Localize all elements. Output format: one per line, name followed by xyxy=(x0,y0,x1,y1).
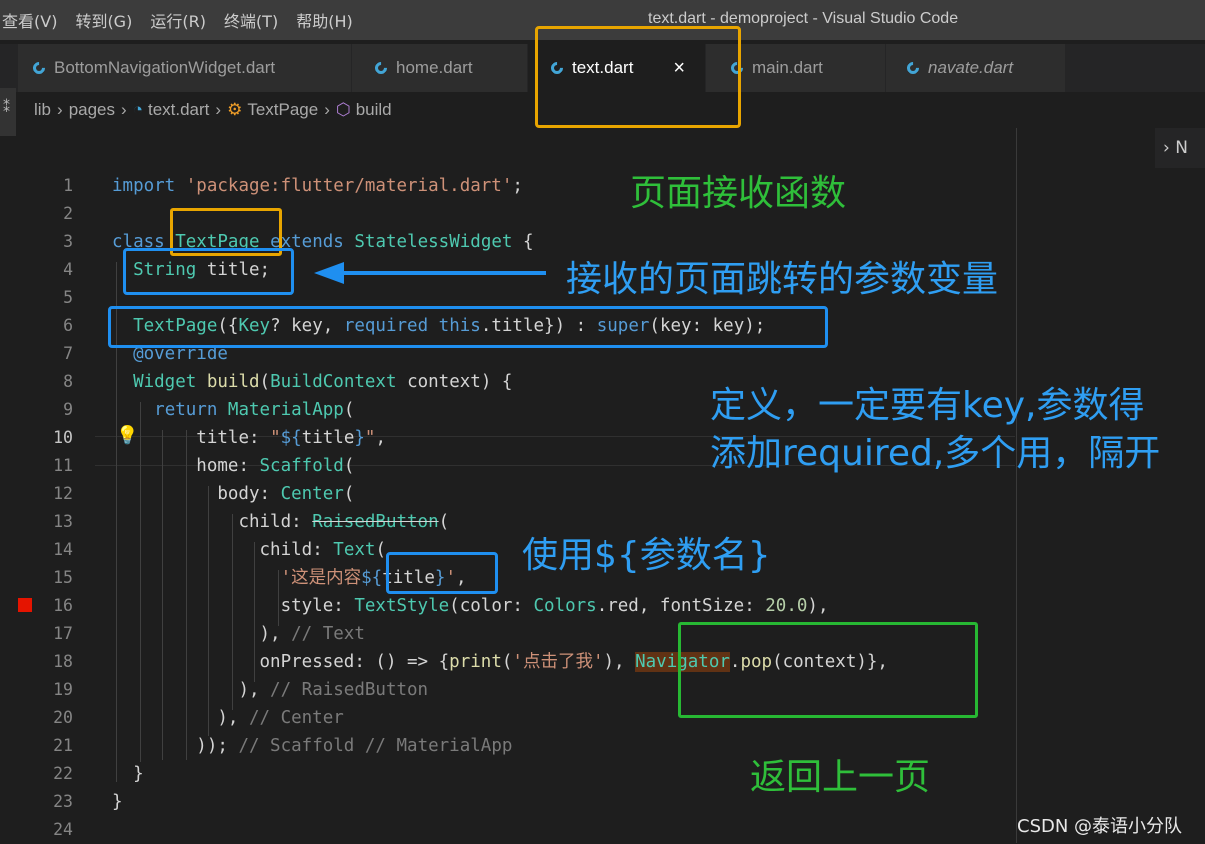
outline-label: N xyxy=(1175,138,1188,158)
line-number: 10 xyxy=(53,428,73,447)
chevron-right-icon: › xyxy=(57,100,63,119)
breadcrumb-item[interactable]: lib xyxy=(34,100,51,120)
code-text: ), // Text xyxy=(259,624,365,644)
line-number: 24 xyxy=(53,820,73,839)
lightbulb-icon[interactable]: 💡 xyxy=(116,425,138,446)
chevron-right-icon: › xyxy=(324,100,330,119)
highlight-box-active-tab xyxy=(535,26,741,128)
tab-label: home.dart xyxy=(396,58,473,77)
annotation-define-line2: 添加required,多个用，隔开 xyxy=(710,433,1161,474)
breakpoint-marker[interactable] xyxy=(18,598,32,612)
code-line[interactable]: 15 '这是内容${title}', xyxy=(0,564,1000,592)
annotation-param-variable: 接收的页面跳转的参数变量 xyxy=(566,259,999,300)
code-line[interactable]: 24 xyxy=(0,816,1000,844)
tab-bottomnavigationwidget[interactable]: BottomNavigationWidget.dart xyxy=(18,44,352,92)
tab-label: main.dart xyxy=(752,58,823,77)
line-number: 2 xyxy=(63,204,73,223)
line-number: 5 xyxy=(63,288,73,307)
line-number: 14 xyxy=(53,540,73,559)
editor-ruler xyxy=(1016,128,1017,843)
line-number: 19 xyxy=(53,680,73,699)
menu-help[interactable]: 帮助(H) xyxy=(296,8,365,32)
highlight-box-title-field xyxy=(123,248,294,295)
tab-navate[interactable]: navate.dart xyxy=(886,44,1066,92)
code-text: style: TextStyle(color: Colors.red, font… xyxy=(280,596,829,616)
menu-view[interactable]: 查看(V) xyxy=(2,8,69,32)
code-line[interactable]: 14 child: Text( xyxy=(0,536,1000,564)
tab-label: BottomNavigationWidget.dart xyxy=(54,58,276,77)
code-line[interactable]: 2 xyxy=(0,200,1000,228)
code-line[interactable]: 13 child: RaisedButton( xyxy=(0,508,1000,536)
code-line[interactable]: 12 body: Center( xyxy=(0,480,1000,508)
tab-label: navate.dart xyxy=(928,58,1014,77)
highlight-box-param-usage xyxy=(386,552,498,594)
arrow-icon xyxy=(314,262,546,284)
code-text: } xyxy=(133,764,144,784)
code-text: home: Scaffold( xyxy=(196,456,355,476)
code-text: title: "${title}", xyxy=(196,428,387,448)
code-text: body: Center( xyxy=(217,484,355,504)
line-number: 7 xyxy=(63,344,73,363)
annotation-receive-function: 页面接收函数 xyxy=(630,173,847,214)
dart-file-icon xyxy=(906,61,920,75)
breadcrumb-item[interactable]: text.dart xyxy=(148,100,209,120)
annotation-use-param: 使用${参数名} xyxy=(522,535,771,576)
code-text: )); // Scaffold // MaterialApp xyxy=(196,736,513,756)
menu-run[interactable]: 运行(R) xyxy=(150,8,218,32)
code-text: ), // RaisedButton xyxy=(238,680,429,700)
watermark: CSDN @泰语小分队 xyxy=(1017,816,1183,837)
line-number: 18 xyxy=(53,652,73,671)
tab-home[interactable]: home.dart xyxy=(352,44,528,92)
class-icon: ⚙ xyxy=(227,100,243,119)
code-text: } xyxy=(112,792,123,812)
breadcrumb-item[interactable]: build xyxy=(356,100,392,120)
code-line[interactable]: 16 style: TextStyle(color: Colors.red, f… xyxy=(0,592,1000,620)
code-text: child: Text( xyxy=(259,540,386,560)
breadcrumb: lib › pages › ◔ text.dart › ⚙ TextPage ›… xyxy=(34,98,392,122)
highlight-box-constructor xyxy=(108,306,828,348)
line-number: 21 xyxy=(53,736,73,755)
method-icon: ⬡ xyxy=(335,100,351,119)
line-number: 11 xyxy=(53,456,73,475)
line-number: 8 xyxy=(63,372,73,391)
chevron-right-icon: › xyxy=(1163,138,1176,158)
line-number: 13 xyxy=(53,512,73,531)
chevron-right-icon: › xyxy=(121,100,127,119)
line-number: 20 xyxy=(53,708,73,727)
line-number: 23 xyxy=(53,792,73,811)
line-number: 6 xyxy=(63,316,73,335)
breadcrumb-item[interactable]: pages xyxy=(69,100,115,120)
code-line[interactable]: 1 import 'package:flutter/material.dart'; xyxy=(0,172,1000,200)
line-number: 16 xyxy=(53,596,73,615)
code-text: Widget build(BuildContext context) { xyxy=(133,372,513,392)
line-number: 4 xyxy=(63,260,73,279)
code-text: return MaterialApp( xyxy=(154,400,355,420)
line-number: 1 xyxy=(63,176,73,195)
dart-file-icon xyxy=(374,61,388,75)
chevron-right-icon: › xyxy=(215,100,222,119)
menu-goto[interactable]: 转到(G) xyxy=(75,8,144,32)
annotation-go-back: 返回上一页 xyxy=(750,757,931,798)
line-number: 9 xyxy=(63,400,73,419)
line-number: 15 xyxy=(53,568,73,587)
line-number: 12 xyxy=(53,484,73,503)
line-number: 17 xyxy=(53,624,73,643)
files-icon: ⁑ xyxy=(3,100,10,116)
code-text: child: RaisedButton( xyxy=(238,512,450,532)
highlight-box-navigator-pop xyxy=(678,622,978,718)
line-number: 22 xyxy=(53,764,73,783)
annotation-define-line1: 定义，一定要有key,参数得 xyxy=(710,385,1145,426)
outline-toggle[interactable]: › N xyxy=(1155,128,1205,168)
dart-file-icon xyxy=(32,61,46,75)
dart-file-icon: ◔ xyxy=(132,100,143,119)
breadcrumb-item[interactable]: TextPage xyxy=(247,100,318,120)
code-text: ), // Center xyxy=(217,708,344,728)
menu-terminal[interactable]: 终端(T) xyxy=(224,8,290,32)
code-text: import 'package:flutter/material.dart'; xyxy=(112,176,523,196)
line-number: 3 xyxy=(63,232,73,251)
activity-strip: ⁑ xyxy=(0,88,16,136)
